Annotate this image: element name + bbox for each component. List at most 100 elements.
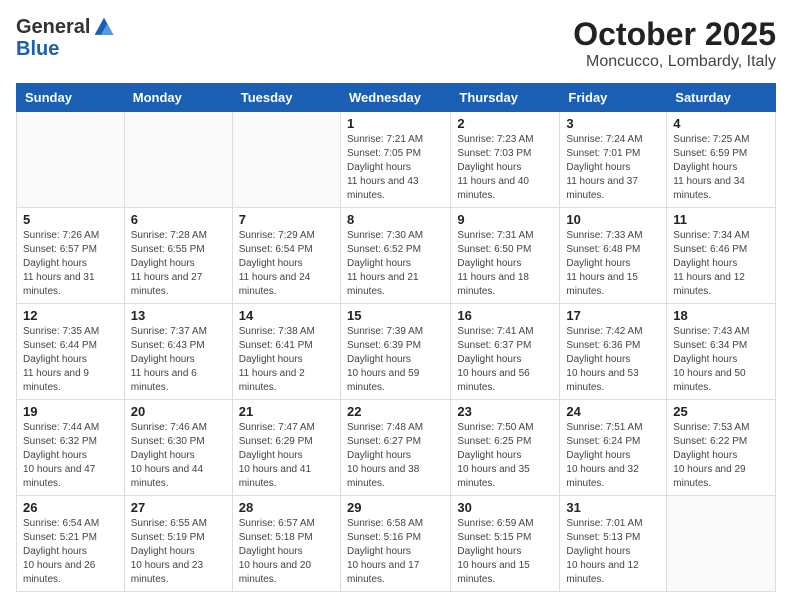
- day-info: Sunrise: 7:28 AMSunset: 6:55 PMDaylight …: [131, 229, 226, 299]
- location: Moncucco, Lombardy, Italy: [573, 53, 776, 71]
- day-number: 3: [566, 116, 660, 131]
- calendar-header-row: Sunday Monday Tuesday Wednesday Thursday…: [17, 84, 776, 112]
- table-row: 16 Sunrise: 7:41 AMSunset: 6:37 PMDayligh…: [451, 304, 560, 400]
- table-row: 17 Sunrise: 7:42 AMSunset: 6:36 PMDayligh…: [560, 304, 667, 400]
- day-info: Sunrise: 7:29 AMSunset: 6:54 PMDaylight …: [239, 229, 334, 299]
- day-info: Sunrise: 7:25 AMSunset: 6:59 PMDaylight …: [673, 133, 769, 203]
- day-number: 27: [131, 500, 226, 515]
- day-info: Sunrise: 7:21 AMSunset: 7:05 PMDaylight …: [347, 133, 444, 203]
- day-number: 2: [457, 116, 553, 131]
- table-row: 8Sunrise: 7:30 AMSunset: 6:52 PMDaylight…: [340, 208, 450, 304]
- calendar-table: Sunday Monday Tuesday Wednesday Thursday…: [16, 83, 776, 592]
- col-thursday: Thursday: [451, 84, 560, 112]
- day-number: 16: [457, 308, 553, 323]
- col-monday: Monday: [124, 84, 232, 112]
- day-info: Sunrise: 7:51 AMSunset: 6:24 PMDaylight …: [566, 421, 660, 491]
- day-info: Sunrise: 7:24 AMSunset: 7:01 PMDaylight …: [566, 133, 660, 203]
- day-info: Sunrise: 7:23 AMSunset: 7:03 PMDaylight …: [457, 133, 553, 203]
- day-number: 19: [23, 404, 118, 419]
- day-info: Sunrise: 7:47 AMSunset: 6:29 PMDaylight …: [239, 421, 334, 491]
- day-number: 12: [23, 308, 118, 323]
- table-row: 28 Sunrise: 6:57 AMSunset: 5:18 PMDayligh…: [232, 496, 340, 592]
- title-block: October 2025 Moncucco, Lombardy, Italy: [573, 16, 776, 71]
- day-info: Sunrise: 7:30 AMSunset: 6:52 PMDaylight …: [347, 229, 444, 299]
- col-wednesday: Wednesday: [340, 84, 450, 112]
- table-row: 21 Sunrise: 7:47 AMSunset: 6:29 PMDayligh…: [232, 400, 340, 496]
- logo: General Blue: [16, 16, 115, 60]
- day-number: 22: [347, 404, 444, 419]
- day-number: 15: [347, 308, 444, 323]
- day-info: Sunrise: 7:53 AMSunset: 6:22 PMDaylight …: [673, 421, 769, 491]
- day-number: 18: [673, 308, 769, 323]
- page-header: General Blue October 2025 Moncucco, Lomb…: [16, 16, 776, 71]
- day-number: 30: [457, 500, 553, 515]
- table-row: 20 Sunrise: 7:46 AMSunset: 6:30 PMDayligh…: [124, 400, 232, 496]
- day-number: 10: [566, 212, 660, 227]
- table-row: 4 Sunrise: 7:25 AMSunset: 6:59 PMDaylight…: [667, 112, 776, 208]
- day-info: Sunrise: 7:37 AMSunset: 6:43 PMDaylight …: [131, 325, 226, 395]
- day-number: 25: [673, 404, 769, 419]
- table-row: 18 Sunrise: 7:43 AMSunset: 6:34 PMDayligh…: [667, 304, 776, 400]
- day-info: Sunrise: 7:31 AMSunset: 6:50 PMDaylight …: [457, 229, 553, 299]
- day-number: 26: [23, 500, 118, 515]
- table-row: [124, 112, 232, 208]
- table-row: 13Sunrise: 7:37 AMSunset: 6:43 PMDayligh…: [124, 304, 232, 400]
- col-tuesday: Tuesday: [232, 84, 340, 112]
- day-info: Sunrise: 7:41 AMSunset: 6:37 PMDaylight …: [457, 325, 553, 395]
- table-row: 29Sunrise: 6:58 AMSunset: 5:16 PMDayligh…: [340, 496, 450, 592]
- table-row: 23 Sunrise: 7:50 AMSunset: 6:25 PMDayligh…: [451, 400, 560, 496]
- table-row: 24Sunrise: 7:51 AMSunset: 6:24 PMDayligh…: [560, 400, 667, 496]
- table-row: 3 Sunrise: 7:24 AMSunset: 7:01 PMDaylight…: [560, 112, 667, 208]
- day-info: Sunrise: 7:44 AMSunset: 6:32 PMDaylight …: [23, 421, 118, 491]
- day-info: Sunrise: 7:26 AMSunset: 6:57 PMDaylight …: [23, 229, 118, 299]
- day-info: Sunrise: 7:38 AMSunset: 6:41 PMDaylight …: [239, 325, 334, 395]
- day-number: 1: [347, 116, 444, 131]
- table-row: 2 Sunrise: 7:23 AMSunset: 7:03 PMDaylight…: [451, 112, 560, 208]
- table-row: 11Sunrise: 7:34 AMSunset: 6:46 PMDayligh…: [667, 208, 776, 304]
- day-info: Sunrise: 6:54 AMSunset: 5:21 PMDaylight …: [23, 517, 118, 587]
- day-info: Sunrise: 7:48 AMSunset: 6:27 PMDaylight …: [347, 421, 444, 491]
- day-info: Sunrise: 7:50 AMSunset: 6:25 PMDaylight …: [457, 421, 553, 491]
- day-number: 17: [566, 308, 660, 323]
- day-info: Sunrise: 6:59 AMSunset: 5:15 PMDaylight …: [457, 517, 553, 587]
- table-row: 6 Sunrise: 7:28 AMSunset: 6:55 PMDaylight…: [124, 208, 232, 304]
- day-info: Sunrise: 7:43 AMSunset: 6:34 PMDaylight …: [673, 325, 769, 395]
- day-number: 6: [131, 212, 226, 227]
- table-row: 7Sunrise: 7:29 AMSunset: 6:54 PMDaylight…: [232, 208, 340, 304]
- calendar-week-row: 12 Sunrise: 7:35 AMSunset: 6:44 PMDayligh…: [17, 304, 776, 400]
- day-info: Sunrise: 7:42 AMSunset: 6:36 PMDaylight …: [566, 325, 660, 395]
- day-info: Sunrise: 7:35 AMSunset: 6:44 PMDaylight …: [23, 325, 118, 395]
- table-row: 25 Sunrise: 7:53 AMSunset: 6:22 PMDayligh…: [667, 400, 776, 496]
- day-number: 5: [23, 212, 118, 227]
- day-info: Sunrise: 6:55 AMSunset: 5:19 PMDaylight …: [131, 517, 226, 587]
- table-row: 1 Sunrise: 7:21 AMSunset: 7:05 PMDaylight…: [340, 112, 450, 208]
- calendar-week-row: 26 Sunrise: 6:54 AMSunset: 5:21 PMDayligh…: [17, 496, 776, 592]
- day-number: 14: [239, 308, 334, 323]
- table-row: 12 Sunrise: 7:35 AMSunset: 6:44 PMDayligh…: [17, 304, 125, 400]
- calendar-week-row: 19 Sunrise: 7:44 AMSunset: 6:32 PMDayligh…: [17, 400, 776, 496]
- col-friday: Friday: [560, 84, 667, 112]
- month-title: October 2025: [573, 16, 776, 53]
- day-info: Sunrise: 7:34 AMSunset: 6:46 PMDaylight …: [673, 229, 769, 299]
- logo-blue: Blue: [16, 38, 115, 60]
- table-row: 31Sunrise: 7:01 AMSunset: 5:13 PMDayligh…: [560, 496, 667, 592]
- day-number: 23: [457, 404, 553, 419]
- day-info: Sunrise: 6:57 AMSunset: 5:18 PMDaylight …: [239, 517, 334, 587]
- table-row: 30 Sunrise: 6:59 AMSunset: 5:15 PMDayligh…: [451, 496, 560, 592]
- table-row: [17, 112, 125, 208]
- day-number: 28: [239, 500, 334, 515]
- day-number: 20: [131, 404, 226, 419]
- day-number: 9: [457, 212, 553, 227]
- table-row: 10 Sunrise: 7:33 AMSunset: 6:48 PMDayligh…: [560, 208, 667, 304]
- table-row: 27 Sunrise: 6:55 AMSunset: 5:19 PMDayligh…: [124, 496, 232, 592]
- day-number: 4: [673, 116, 769, 131]
- table-row: [667, 496, 776, 592]
- table-row: 19 Sunrise: 7:44 AMSunset: 6:32 PMDayligh…: [17, 400, 125, 496]
- day-number: 21: [239, 404, 334, 419]
- day-info: Sunrise: 7:46 AMSunset: 6:30 PMDaylight …: [131, 421, 226, 491]
- day-info: Sunrise: 7:33 AMSunset: 6:48 PMDaylight …: [566, 229, 660, 299]
- day-info: Sunrise: 7:39 AMSunset: 6:39 PMDaylight …: [347, 325, 444, 395]
- day-number: 29: [347, 500, 444, 515]
- table-row: 5 Sunrise: 7:26 AMSunset: 6:57 PMDaylight…: [17, 208, 125, 304]
- logo-general: General: [16, 16, 115, 38]
